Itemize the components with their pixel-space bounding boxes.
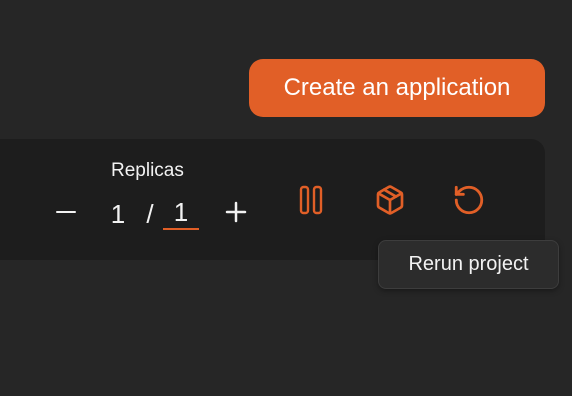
replicas-label: Replicas [111, 160, 184, 181]
page: Create an application Replicas 1 / 1 Rer… [0, 0, 572, 396]
decrement-replicas-button[interactable] [52, 196, 80, 228]
pause-button[interactable] [293, 182, 329, 218]
package-icon [376, 185, 404, 215]
target-replicas-input[interactable] [163, 198, 199, 230]
package-button[interactable] [372, 182, 408, 218]
plus-icon [225, 201, 247, 223]
create-application-button[interactable]: Create an application [249, 59, 545, 117]
rotate-ccw-icon [454, 185, 484, 215]
replicas-separator: / [146, 199, 154, 229]
rerun-project-tooltip: Rerun project [378, 240, 559, 289]
current-replicas-count: 1 [110, 199, 126, 229]
increment-replicas-button[interactable] [222, 196, 250, 228]
minus-icon [56, 210, 76, 214]
rerun-project-button[interactable] [451, 182, 487, 218]
pause-icon [299, 185, 323, 215]
